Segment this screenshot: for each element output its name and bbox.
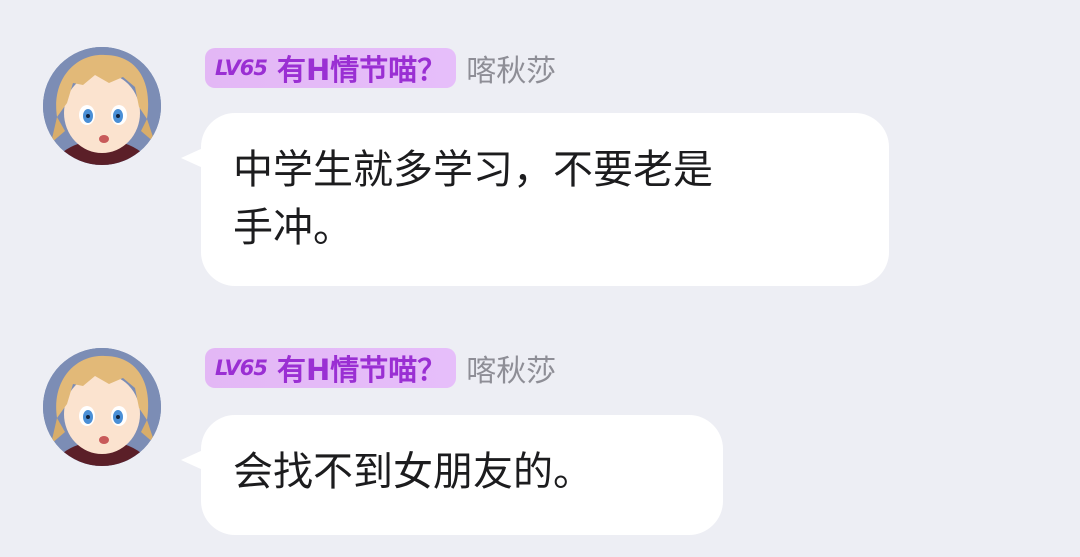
user-title-badge[interactable]: LV65 有H情节喵？ bbox=[205, 48, 457, 88]
chat-message: LV65 有H情节喵？ 喀秋莎 中学生就多学习，不要老是 手冲。 bbox=[0, 0, 1080, 300]
nickname[interactable]: 喀秋莎 bbox=[466, 346, 556, 390]
anime-girl-avatar-icon bbox=[43, 47, 161, 165]
message-text-line: 手冲。 bbox=[233, 205, 353, 251]
nickname[interactable]: 喀秋莎 bbox=[466, 46, 556, 90]
user-title: 有H情节喵？ bbox=[276, 53, 447, 87]
user-title-badge[interactable]: LV65 有H情节喵？ bbox=[205, 348, 457, 388]
bubble-tail bbox=[181, 148, 203, 168]
avatar[interactable] bbox=[43, 47, 161, 165]
level-label: LV65 bbox=[215, 56, 268, 80]
avatar[interactable] bbox=[43, 348, 161, 466]
level-label: LV65 bbox=[215, 356, 268, 380]
message-header: LV65 有H情节喵？ 喀秋莎 bbox=[205, 346, 556, 390]
message-text-line: 中学生就多学习，不要老是 bbox=[233, 147, 713, 193]
anime-girl-avatar-icon bbox=[43, 348, 161, 466]
bubble-tail bbox=[181, 450, 203, 470]
message-text-line: 会找不到女朋友的。 bbox=[233, 449, 593, 495]
user-title: 有H情节喵？ bbox=[276, 353, 447, 387]
message-bubble[interactable]: 会找不到女朋友的。 bbox=[201, 415, 723, 535]
message-bubble[interactable]: 中学生就多学习，不要老是 手冲。 bbox=[201, 113, 889, 286]
message-header: LV65 有H情节喵？ 喀秋莎 bbox=[205, 46, 556, 90]
chat-message: LV65 有H情节喵？ 喀秋莎 会找不到女朋友的。 bbox=[0, 300, 1080, 557]
